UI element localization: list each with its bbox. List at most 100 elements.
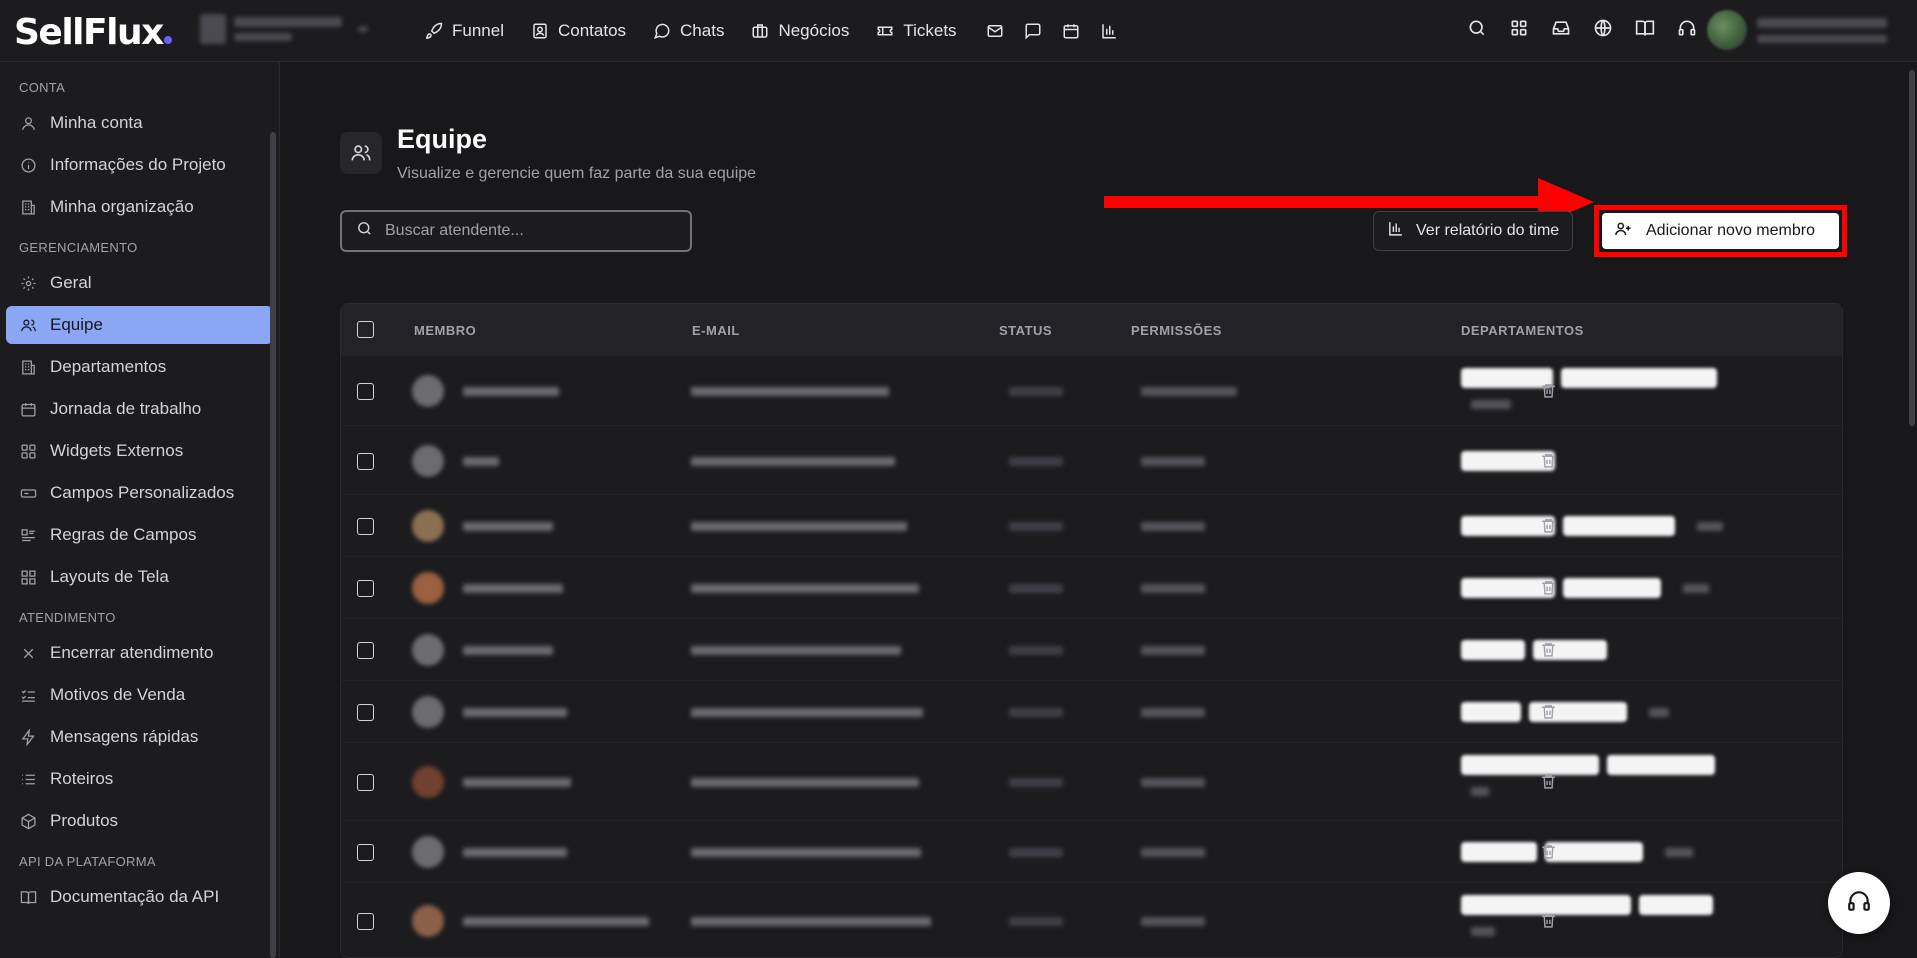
team-report-button[interactable]: Ver relatório do time	[1373, 211, 1574, 251]
table-row[interactable]	[341, 356, 1842, 426]
project-selector[interactable]	[200, 14, 368, 44]
sidebar-item-minha-organizacao[interactable]: Minha organização	[6, 188, 273, 226]
message-square-icon[interactable]	[1023, 21, 1043, 41]
sidebar-item-label: Motivos de Venda	[50, 685, 186, 704]
member-permission	[1141, 848, 1205, 857]
trash-icon[interactable]	[1540, 843, 1557, 865]
add-member-button[interactable]: Adicionar novo membro	[1602, 213, 1839, 249]
trash-icon[interactable]	[1540, 641, 1557, 663]
member-name	[463, 848, 567, 857]
sidebar-item-layouts-de-tela[interactable]: Layouts de Tela	[6, 558, 273, 596]
trash-icon[interactable]	[1540, 517, 1557, 539]
department-badge	[1561, 368, 1717, 388]
gear-icon	[19, 274, 37, 292]
sidebar-item-widgets-externos[interactable]: Widgets Externos	[6, 432, 273, 470]
apps-grid-icon[interactable]	[1509, 18, 1529, 43]
trash-icon[interactable]	[1540, 912, 1557, 934]
sidebar-item-encerrar-atendimento[interactable]: Encerrar atendimento	[6, 634, 273, 672]
row-checkbox[interactable]	[357, 383, 374, 400]
member-name	[463, 387, 559, 396]
trash-icon[interactable]	[1540, 579, 1557, 601]
search-icon[interactable]	[1467, 18, 1487, 43]
col-permissoes: PERMISSÕES	[1131, 322, 1222, 338]
table-row[interactable]	[341, 495, 1842, 557]
avatar	[412, 375, 444, 407]
department-badge	[1639, 895, 1713, 915]
sidebar-item-produtos[interactable]: Produtos	[6, 802, 273, 840]
table-row[interactable]	[341, 883, 1842, 957]
row-checkbox[interactable]	[357, 580, 374, 597]
select-all-checkbox[interactable]	[357, 321, 374, 338]
table-header: MEMBRO E-MAIL STATUS PERMISSÕES DEPARTAM…	[341, 304, 1842, 356]
sidebar-item-mensagens-rapidas[interactable]: Mensagens rápidas	[6, 718, 273, 756]
close-icon	[19, 644, 37, 662]
book-icon[interactable]	[1635, 18, 1655, 43]
page-scrollbar[interactable]	[1909, 70, 1915, 426]
row-checkbox[interactable]	[357, 774, 374, 791]
headset-icon[interactable]	[1677, 18, 1697, 43]
department-badge	[1461, 842, 1537, 862]
table-row[interactable]	[341, 821, 1842, 883]
avatar	[412, 445, 444, 477]
bar-chart-icon[interactable]	[1099, 21, 1119, 41]
nav-negocios-label: Negócios	[778, 21, 850, 40]
sidebar-section-title: API DA PLATAFORMA	[19, 854, 156, 869]
member-email	[691, 457, 895, 466]
department-badge	[1607, 755, 1715, 775]
col-status: STATUS	[999, 322, 1053, 338]
nav-chats[interactable]: Chats	[652, 21, 724, 41]
mail-icon[interactable]	[985, 21, 1005, 41]
member-permission	[1141, 917, 1205, 926]
nav-contatos[interactable]: Contatos	[530, 21, 626, 41]
table-row[interactable]	[341, 557, 1842, 619]
row-checkbox[interactable]	[357, 642, 374, 659]
support-chat-button[interactable]	[1828, 872, 1890, 934]
department-badge	[1461, 640, 1525, 660]
sellflux-logo[interactable]: SellFlux	[14, 12, 172, 53]
avatar	[412, 696, 444, 728]
row-checkbox[interactable]	[357, 453, 374, 470]
sidebar-item-minha-conta[interactable]: Minha conta	[6, 104, 273, 142]
nav-tickets[interactable]: Tickets	[875, 21, 957, 41]
sidebar-item-label: Regras de Campos	[50, 525, 197, 544]
calendar-icon[interactable]	[1061, 21, 1081, 41]
sidebar-item-label: Informações do Projeto	[50, 155, 226, 174]
user-menu[interactable]	[1707, 10, 1887, 50]
globe-icon[interactable]	[1593, 18, 1613, 43]
member-permission	[1141, 708, 1205, 717]
sidebar-item-motivos-de-venda[interactable]: Motivos de Venda	[6, 676, 273, 714]
search-field[interactable]	[340, 210, 692, 252]
trash-icon[interactable]	[1540, 703, 1557, 725]
sidebar-item-regras-de-campos[interactable]: Regras de Campos	[6, 516, 273, 554]
sidebar-item-jornada-de-trabalho[interactable]: Jornada de trabalho	[6, 390, 273, 428]
sidebar-scrollbar[interactable]	[270, 132, 276, 958]
trash-icon[interactable]	[1540, 382, 1557, 404]
table-row[interactable]	[341, 619, 1842, 681]
row-checkbox[interactable]	[357, 913, 374, 930]
row-checkbox[interactable]	[357, 704, 374, 721]
row-checkbox[interactable]	[357, 844, 374, 861]
member-status	[1009, 778, 1063, 787]
sidebar-item-campos-personalizados[interactable]: Campos Personalizados	[6, 474, 273, 512]
inbox-icon[interactable]	[1551, 18, 1571, 43]
row-checkbox[interactable]	[357, 518, 374, 535]
member-permission	[1141, 584, 1205, 593]
sidebar-item-equipe[interactable]: Equipe	[6, 306, 273, 344]
sidebar-item-roteiros[interactable]: Roteiros	[6, 760, 273, 798]
table-row[interactable]	[341, 743, 1842, 821]
sidebar-item-documentacao-da-api[interactable]: Documentação da API	[6, 878, 273, 916]
nav-negocios[interactable]: Negócios	[750, 21, 849, 41]
department-more	[1649, 708, 1669, 717]
sidebar-item-geral[interactable]: Geral	[6, 264, 273, 302]
search-input[interactable]	[385, 222, 665, 240]
sidebar-item-departamentos[interactable]: Departamentos	[6, 348, 273, 386]
member-email	[691, 387, 889, 396]
sidebar-item-informacoes-do-projeto[interactable]: Informações do Projeto	[6, 146, 273, 184]
trash-icon[interactable]	[1540, 773, 1557, 795]
nav-funnel[interactable]: Funnel	[424, 21, 504, 41]
table-row[interactable]	[341, 426, 1842, 495]
rocket-icon	[424, 21, 444, 41]
trash-icon[interactable]	[1540, 452, 1557, 474]
avatar	[412, 836, 444, 868]
table-row[interactable]	[341, 681, 1842, 743]
